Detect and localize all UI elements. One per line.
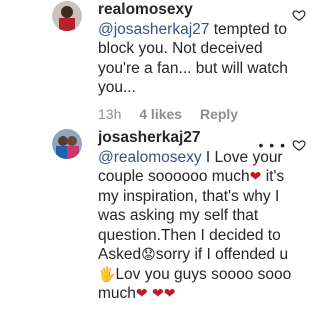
reply-button[interactable]: Reply (200, 106, 238, 122)
comment-body: josasherkaj27 @realomosexy I Love your c… (98, 128, 292, 304)
comment-text: @realomosexy I Love your couple soooooo … (98, 148, 292, 304)
red-heart-emoji: ❤ (151, 285, 164, 301)
avatar[interactable] (52, 129, 82, 159)
red-heart-emoji: ❤ (249, 168, 262, 184)
comment-text-part: Lov you guys soooo sooo much (98, 265, 292, 303)
comment-text: @josasherkaj27 tempted to block you. Not… (98, 20, 292, 98)
more-options-icon[interactable]: • • • (259, 137, 286, 153)
comment-mention[interactable]: @josasherkaj27 (98, 21, 209, 38)
comment-likes-count[interactable]: 4 likes (139, 106, 182, 122)
sad-face-emoji: 😟 (141, 246, 156, 262)
raised-hand-emoji: 🖐 (98, 265, 116, 282)
avatar[interactable] (52, 1, 82, 31)
comment-thread: realomosexy @josasherkaj27 tempted to bl… (0, 0, 322, 310)
comment-item: josasherkaj27 @realomosexy I Love your c… (0, 128, 322, 310)
red-heart-emoji: ❤ (163, 285, 176, 301)
comment-username[interactable]: realomosexy (98, 0, 292, 20)
comment-timestamp: 13h (98, 106, 122, 122)
comment-mention[interactable]: @realomosexy (98, 149, 202, 166)
comment-body: realomosexy @josasherkaj27 tempted to bl… (98, 0, 292, 98)
comment-text-part: sorry if I offended u (155, 246, 289, 263)
comment-meta: 13h 4 likes Reply (98, 106, 238, 122)
red-heart-emoji: ❤ (135, 285, 148, 301)
heart-outline-icon[interactable] (292, 8, 306, 22)
comment-item: realomosexy @josasherkaj27 tempted to bl… (0, 0, 322, 130)
heart-outline-icon[interactable] (292, 138, 306, 152)
